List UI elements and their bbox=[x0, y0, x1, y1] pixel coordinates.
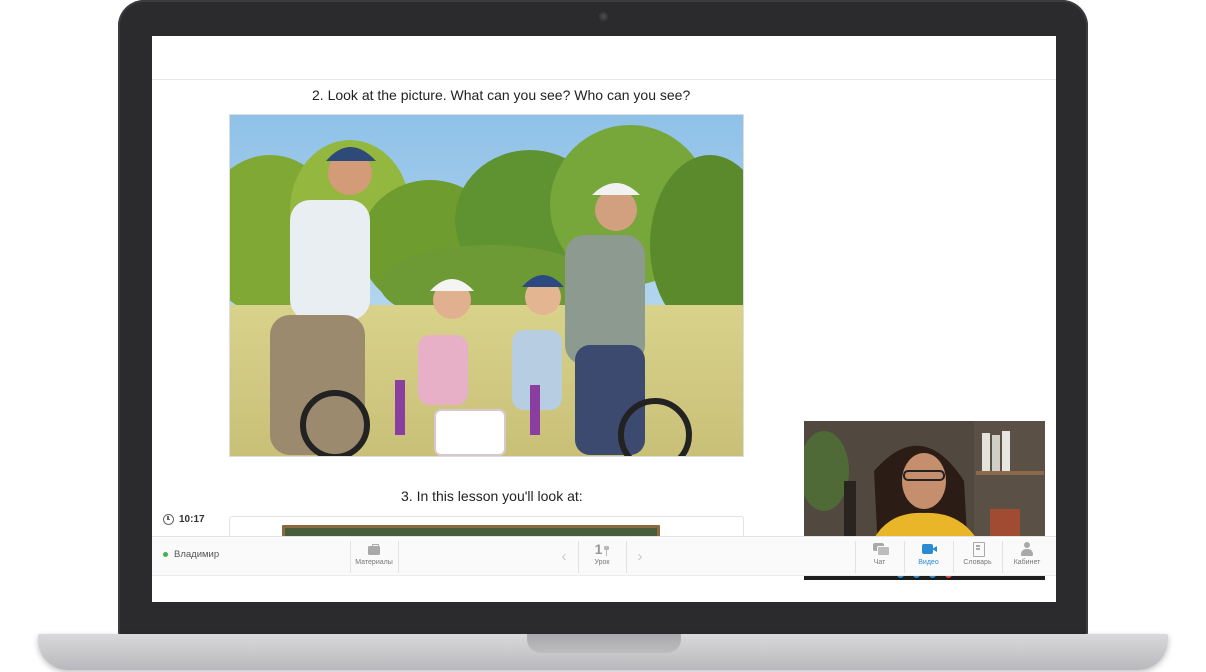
current-user: Владимир bbox=[163, 549, 219, 560]
task-2-heading: 2. Look at the picture. What can you see… bbox=[312, 87, 691, 103]
lesson-selector[interactable]: 1 Урок bbox=[579, 542, 625, 572]
laptop-frame: 2. Look at the picture. What can you see… bbox=[0, 0, 1206, 672]
toolbar-divider bbox=[398, 541, 399, 573]
briefcase-icon bbox=[367, 542, 381, 556]
lesson-label: Урок bbox=[594, 559, 610, 566]
lesson-content[interactable]: 2. Look at the picture. What can you see… bbox=[152, 80, 1056, 580]
clock-icon bbox=[163, 513, 174, 525]
bottom-toolbar: Владимир Материалы ‹ 1 Урок › Чат Видео … bbox=[152, 536, 1056, 576]
user-name: Владимир bbox=[174, 549, 220, 560]
prev-lesson-chevron-icon[interactable]: ‹ bbox=[557, 549, 571, 564]
webcam-dot bbox=[599, 12, 608, 21]
laptop-notch bbox=[527, 634, 681, 653]
dictionary-label: Словарь bbox=[963, 559, 992, 566]
cabinet-label: Кабинет bbox=[1013, 559, 1041, 566]
family-bike-photo bbox=[229, 114, 744, 457]
video-label: Видео bbox=[918, 559, 939, 566]
chat-label: Чат bbox=[873, 559, 886, 566]
cabinet-button[interactable]: Кабинет bbox=[1003, 542, 1051, 572]
top-bar bbox=[152, 36, 1056, 80]
timer-value: 10:17 bbox=[179, 513, 205, 525]
book-icon bbox=[971, 542, 985, 557]
dictionary-button[interactable]: Словарь bbox=[954, 542, 1001, 572]
lesson-number-group: 1 bbox=[595, 542, 610, 556]
toolbar-divider bbox=[626, 541, 627, 573]
app-screen: 2. Look at the picture. What can you see… bbox=[152, 36, 1056, 602]
chat-icon bbox=[872, 542, 890, 556]
task-3-heading: 3. In this lesson you'll look at: bbox=[401, 488, 583, 504]
online-status-dot bbox=[163, 552, 168, 557]
materials-button[interactable]: Материалы bbox=[351, 542, 397, 572]
next-lesson-chevron-icon[interactable]: › bbox=[633, 549, 647, 564]
lesson-timer: 10:17 bbox=[163, 512, 205, 526]
chat-button[interactable]: Чат bbox=[856, 542, 903, 572]
videocam-icon bbox=[921, 542, 937, 556]
lesson-number: 1 bbox=[594, 541, 603, 557]
person-icon bbox=[1020, 542, 1034, 556]
materials-label: Материалы bbox=[355, 559, 393, 566]
pin-icon bbox=[604, 546, 610, 556]
video-button[interactable]: Видео bbox=[905, 542, 952, 572]
